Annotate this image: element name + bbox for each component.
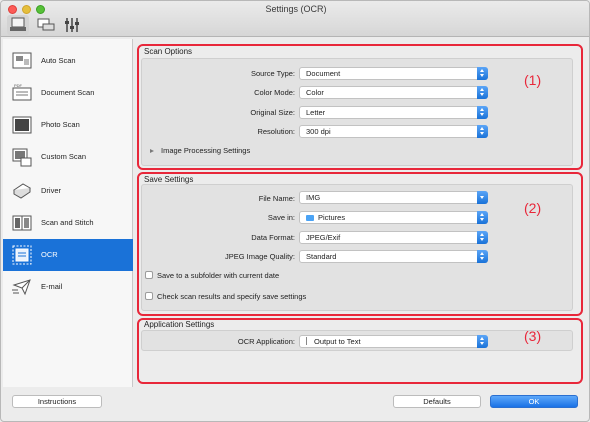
instructions-button[interactable]: Instructions bbox=[12, 395, 102, 408]
driver-icon bbox=[13, 183, 31, 199]
sidebar-item-auto-scan[interactable]: Auto Scan bbox=[3, 45, 133, 77]
sidebar-item-label: Document Scan bbox=[41, 88, 95, 97]
sidebar-item-email[interactable]: E-mail bbox=[3, 271, 133, 303]
sidebar-item-label: Scan and Stitch bbox=[41, 218, 94, 227]
custom-scan-icon bbox=[12, 148, 32, 167]
svg-text:PDF: PDF bbox=[14, 83, 23, 88]
sidebar-item-label: E-mail bbox=[41, 282, 63, 291]
sidebar-item-document-scan[interactable]: PDF Document Scan bbox=[3, 77, 133, 109]
ok-button[interactable]: OK bbox=[490, 395, 578, 408]
defaults-button[interactable]: Defaults bbox=[393, 395, 481, 408]
callout-box-3 bbox=[137, 318, 583, 384]
callout-number-3: (3) bbox=[524, 328, 542, 344]
sidebar-item-custom-scan[interactable]: Custom Scan bbox=[3, 141, 133, 173]
sidebar-item-label: Driver bbox=[41, 186, 61, 195]
ocr-icon bbox=[12, 245, 32, 265]
scan-from-operation-panel-icon bbox=[37, 18, 55, 31]
window-title: Settings (OCR) bbox=[265, 4, 327, 14]
general-settings-tab[interactable] bbox=[61, 15, 83, 35]
general-settings-icon bbox=[65, 18, 79, 32]
sidebar-item-label: Custom Scan bbox=[41, 152, 87, 161]
scan-from-computer-icon bbox=[10, 17, 26, 31]
scan-and-stitch-icon bbox=[12, 215, 32, 231]
scan-from-operation-panel-tab[interactable] bbox=[35, 15, 57, 35]
auto-scan-icon bbox=[12, 52, 32, 69]
callout-number-2: (2) bbox=[524, 200, 542, 216]
sidebar-item-driver[interactable]: Driver bbox=[3, 175, 133, 207]
email-icon bbox=[12, 279, 31, 296]
photo-scan-icon bbox=[12, 116, 32, 134]
callout-box-1 bbox=[137, 44, 583, 170]
sidebar-item-label: Auto Scan bbox=[41, 56, 76, 65]
title-bar: Settings (OCR) bbox=[1, 1, 589, 37]
scan-mode-sidebar: Auto Scan PDF Document Scan Photo Scan C… bbox=[3, 39, 133, 387]
sidebar-item-label: Photo Scan bbox=[41, 120, 80, 129]
callout-box-2 bbox=[137, 172, 583, 316]
sidebar-item-label: OCR bbox=[41, 250, 58, 259]
settings-window: Settings (OCR) Auto Scan PDF Document Sc… bbox=[0, 0, 590, 422]
scan-from-computer-tab[interactable] bbox=[7, 15, 29, 35]
sidebar-item-scan-and-stitch[interactable]: Scan and Stitch bbox=[3, 207, 133, 239]
document-scan-icon: PDF bbox=[12, 83, 32, 101]
sidebar-item-ocr[interactable]: OCR bbox=[3, 239, 133, 271]
callout-number-1: (1) bbox=[524, 72, 542, 88]
sidebar-item-photo-scan[interactable]: Photo Scan bbox=[3, 109, 133, 141]
